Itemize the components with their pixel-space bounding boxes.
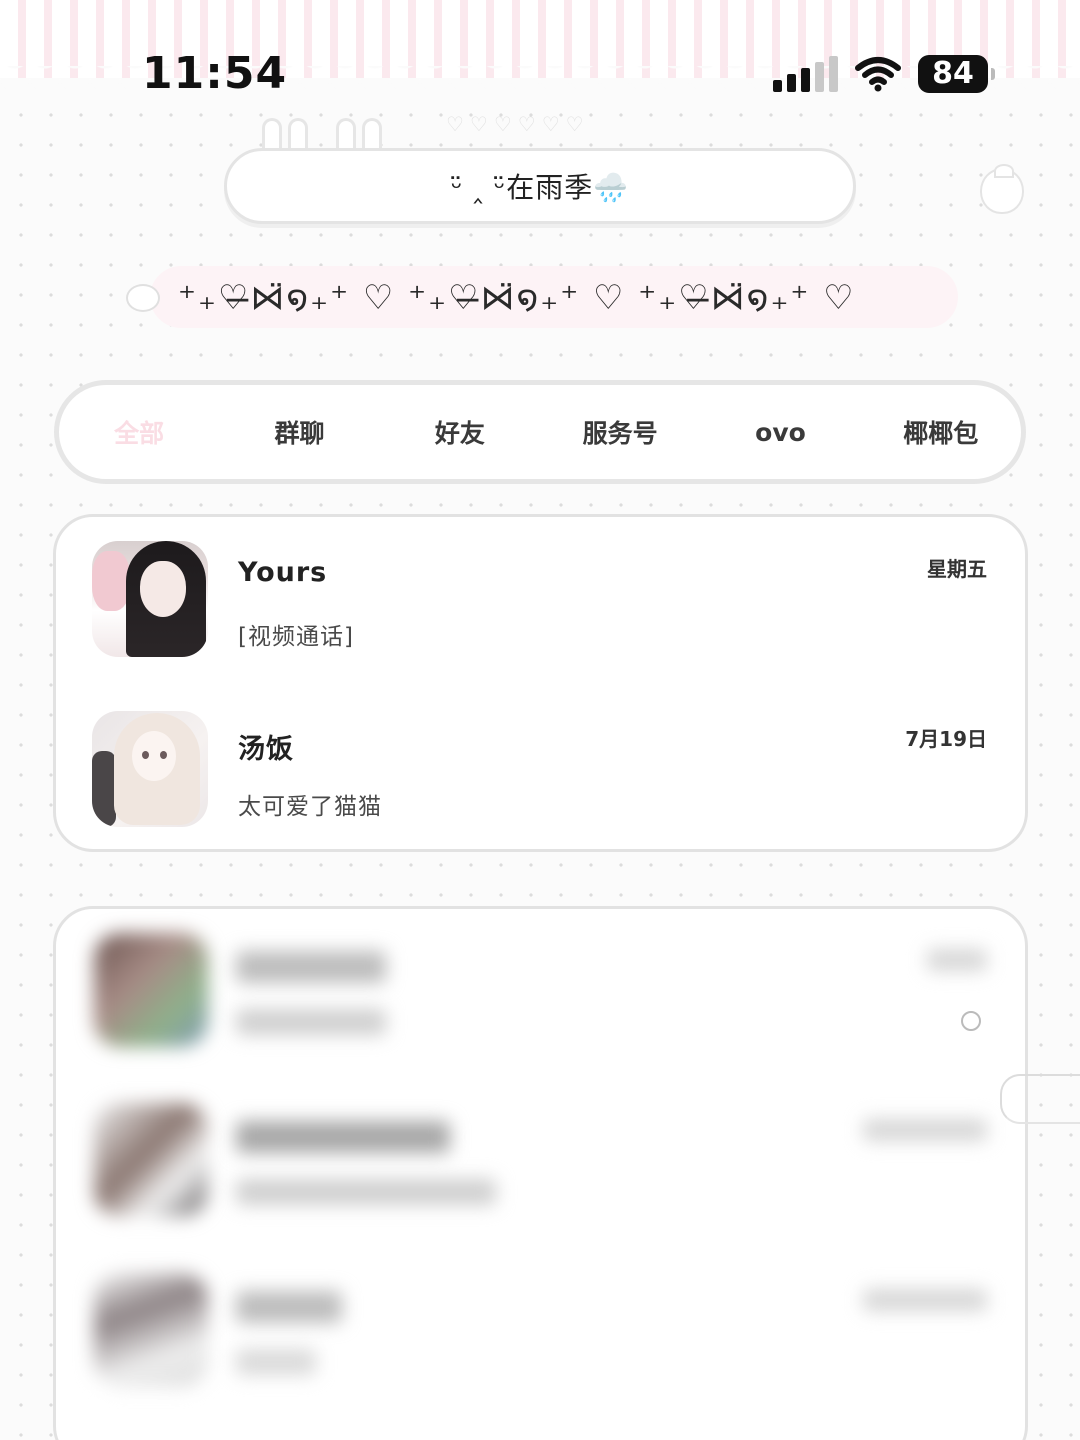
chat-row-blurred[interactable] xyxy=(56,1079,1025,1229)
chat-name xyxy=(236,951,386,983)
chat-name xyxy=(236,1121,450,1153)
cloud-icon xyxy=(126,284,160,312)
status-icons: 84 xyxy=(773,52,995,96)
avatar[interactable] xyxy=(94,1273,208,1387)
avatar[interactable] xyxy=(94,1103,208,1217)
cellular-signal-icon xyxy=(773,56,838,92)
pinned-chat-list: Yours [视频通话] 星期五 汤饭 太可爱了猫猫 7月19日 xyxy=(53,514,1028,852)
header-title-pill: ᵕ̈ ‸ ᵕ̈在雨季🌧️ xyxy=(224,148,856,224)
avatar[interactable] xyxy=(92,711,208,827)
avatar[interactable] xyxy=(94,933,208,1047)
chat-name xyxy=(236,1291,342,1323)
page-title: ᵕ̈ ‸ ᵕ̈在雨季🌧️ xyxy=(450,171,630,204)
strawberry-icon[interactable] xyxy=(980,164,1024,214)
chat-time: 7月19日 xyxy=(905,727,987,751)
chat-row-blurred[interactable] xyxy=(56,1249,1025,1399)
chat-time xyxy=(927,949,987,971)
side-decoration xyxy=(1000,1074,1080,1124)
chat-name: 汤饭 xyxy=(238,734,294,765)
tab-friends[interactable]: 好友 xyxy=(380,414,540,450)
tab-groups[interactable]: 群聊 xyxy=(219,414,379,450)
tab-yeyebao[interactable]: 椰椰包 xyxy=(861,414,1021,450)
chat-last-message xyxy=(236,1009,386,1035)
chat-list xyxy=(53,906,1028,1440)
chat-time: 星期五 xyxy=(927,557,987,581)
chat-row-tangfan[interactable]: 汤饭 太可爱了猫猫 7月19日 xyxy=(56,687,1025,837)
decor-strip: ⁺₊♡̶⋈̈໑₊⁺ ♡ ⁺₊♡̶⋈̈໑₊⁺ ♡ ⁺₊♡̶⋈̈໑₊⁺ ♡ xyxy=(178,278,856,318)
status-time: 11:54 xyxy=(142,48,288,99)
tab-all[interactable]: 全部 xyxy=(59,414,219,450)
status-circle-icon xyxy=(961,1011,981,1031)
filter-tab-bar: 全部 群聊 好友 服务号 ovo 椰椰包 xyxy=(54,380,1026,484)
tab-service-accounts[interactable]: 服务号 xyxy=(540,414,700,450)
chat-time xyxy=(863,1119,987,1141)
chat-time xyxy=(863,1289,987,1311)
chat-last-message xyxy=(236,1349,316,1375)
chat-last-message: [视频通话] xyxy=(238,624,354,650)
chat-name: Yours xyxy=(238,557,328,588)
wifi-icon xyxy=(855,57,901,92)
battery-indicator: 84 xyxy=(918,55,995,93)
chat-row-yours[interactable]: Yours [视频通话] 星期五 xyxy=(56,517,1025,667)
chat-last-message: 太可爱了猫猫 xyxy=(238,794,382,820)
tab-ovo[interactable]: ovo xyxy=(700,418,860,447)
chat-row-blurred[interactable] xyxy=(56,909,1025,1059)
chat-last-message xyxy=(236,1179,496,1205)
avatar[interactable] xyxy=(92,541,208,657)
decor-hearts: ♡♡♡♡♡♡ xyxy=(446,112,590,136)
